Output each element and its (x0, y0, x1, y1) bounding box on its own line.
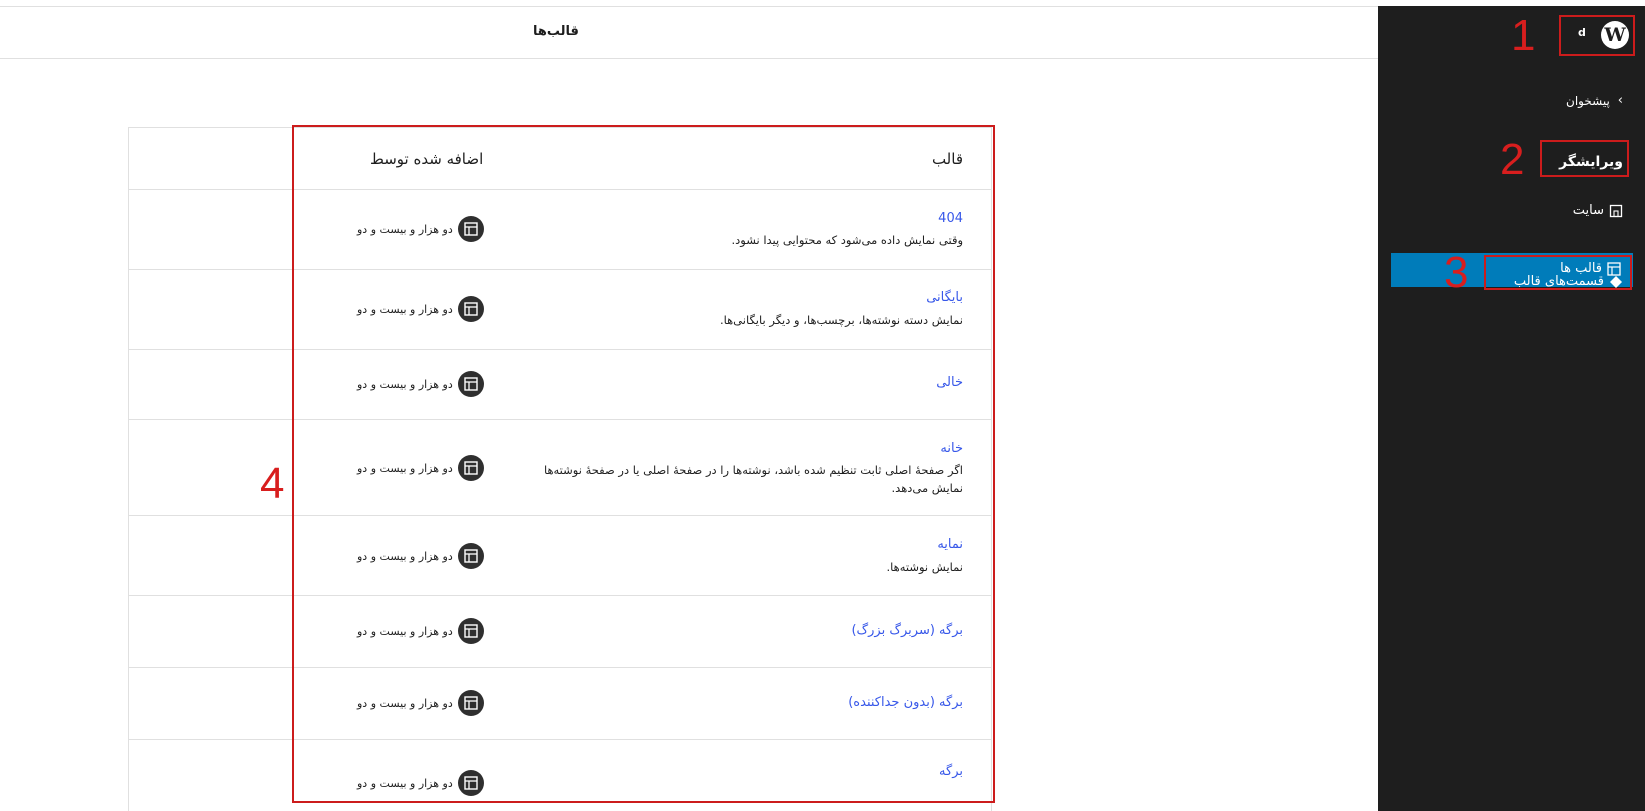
annotation-box-4 (292, 125, 995, 803)
home-icon (1608, 203, 1623, 218)
sidebar-item-label: سایت (1572, 203, 1604, 218)
annotation-box-3 (1484, 255, 1632, 290)
annotation-number-2: 2 (1500, 135, 1525, 184)
annotation-box-1 (1559, 15, 1635, 56)
annotation-number-4: 4 (260, 459, 285, 508)
annotation-number-3: 3 (1444, 248, 1469, 297)
dashboard-back-link[interactable]: › پیشخوان (1566, 93, 1623, 108)
chevron-right-icon: › (1617, 93, 1623, 108)
annotation-box-2 (1540, 140, 1629, 177)
sidebar-item-site[interactable]: سایت (1573, 203, 1623, 218)
dashboard-label: پیشخوان (1566, 93, 1610, 108)
editor-header: قالب‌ها (0, 6, 1378, 59)
page-title: قالب‌ها (533, 24, 579, 39)
site-editor-sidebar: W d › پیشخوان ویرایشگر سایت قالب ها قسمت… (1378, 6, 1645, 811)
annotation-number-1: 1 (1511, 11, 1536, 60)
